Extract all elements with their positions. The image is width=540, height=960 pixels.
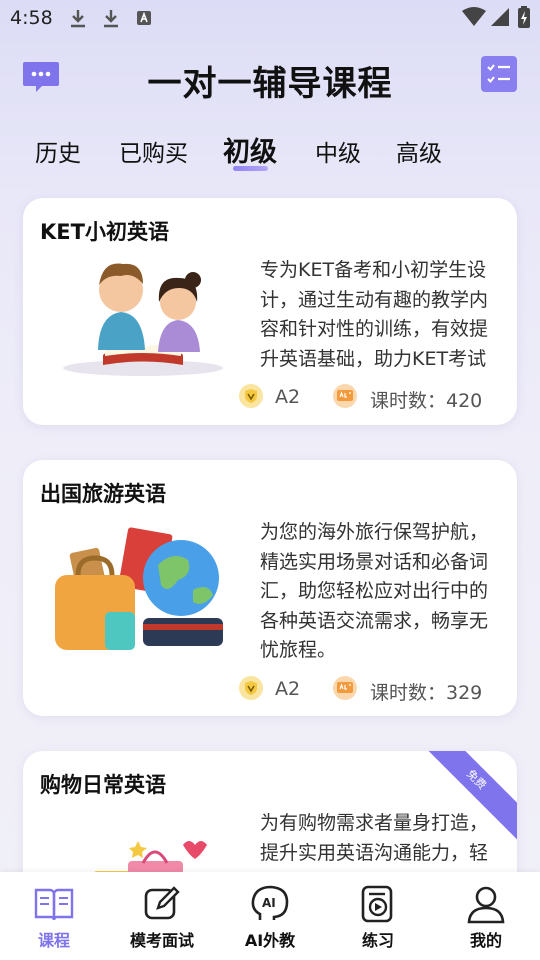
shield-level-icon xyxy=(239,384,263,408)
status-time: 4:58 xyxy=(10,7,53,29)
nav-courses[interactable]: 课程 xyxy=(0,872,108,960)
tab-beginner[interactable]: 初级 xyxy=(223,130,277,169)
course-level: A2 xyxy=(275,678,301,700)
tab-purchased[interactable]: 已购买 xyxy=(119,134,188,168)
svg-text:AI: AI xyxy=(262,896,276,910)
tab-intermediate[interactable]: 中级 xyxy=(315,134,361,168)
battery-icon xyxy=(518,6,530,28)
level-badge: A2 xyxy=(239,676,319,706)
font-app-icon xyxy=(137,11,151,25)
luggage-globe-illustration xyxy=(55,527,223,650)
lessons-count: 课时数：420 xyxy=(333,384,513,414)
lessons-text: 课时数：329 xyxy=(370,682,483,704)
course-card[interactable]: 出国旅游英语 为您的海外旅行保驾护航，精选实用场景对话和必备词汇，助您轻松应对出… xyxy=(23,460,517,716)
nav-profile[interactable]: 我的 xyxy=(432,872,540,960)
header: 一对一辅导课程 xyxy=(0,46,540,106)
status-bar: 4:58 xyxy=(0,0,540,36)
lessons-count: 课时数：329 xyxy=(333,676,513,706)
course-description: 为有购物需求者量身打造，提升实用英语沟通能力，轻 xyxy=(260,812,489,864)
signal-icon xyxy=(491,8,509,26)
ai-head-icon: AI xyxy=(251,885,289,920)
bottom-nav: 课程 模考面试 AI AI外教 练习 我的 xyxy=(0,872,540,960)
nav-label: 模考面试 xyxy=(129,931,194,950)
lessons-text: 课时数：420 xyxy=(370,390,483,412)
children-reading-illustration xyxy=(63,263,223,376)
course-title: 出国旅游英语 xyxy=(40,482,166,506)
course-description: 专为KET备考和小初学生设计，通过生动有趣的教学内容和针对性的训练，有效提升英语… xyxy=(260,259,489,370)
course-title: KET小初英语 xyxy=(40,220,169,244)
course-list-button[interactable] xyxy=(481,56,517,92)
checklist-icon xyxy=(481,56,517,92)
tab-advanced[interactable]: 高级 xyxy=(396,134,442,168)
wifi-icon xyxy=(462,7,486,26)
nav-label: 练习 xyxy=(361,931,394,950)
nav-mock-interview[interactable]: 模考面试 xyxy=(108,872,216,960)
nav-label: AI外教 xyxy=(244,931,296,950)
tab-history[interactable]: 历史 xyxy=(35,134,81,168)
download-icon xyxy=(104,10,118,28)
course-description: 为您的海外旅行保驾护航，精选实用场景对话和必备词汇，助您轻松应对出行中的各种英语… xyxy=(260,521,489,661)
course-title: 购物日常英语 xyxy=(40,773,166,797)
play-doc-icon xyxy=(361,885,393,923)
download-icon xyxy=(71,10,85,28)
level-tabs: 历史 已购买 初级 中级 高级 xyxy=(0,128,540,178)
abc-book-icon xyxy=(333,676,357,700)
nav-label: 课程 xyxy=(37,931,70,950)
page-title: 一对一辅导课程 xyxy=(147,64,393,104)
course-level: A2 xyxy=(275,386,301,408)
nav-practice[interactable]: 练习 xyxy=(324,872,432,960)
active-tab-indicator xyxy=(233,166,268,171)
course-card[interactable]: KET小初英语 专为KET备考和小初学生设计，通过生动有趣的教学内容和针对性的训… xyxy=(23,198,517,425)
person-icon xyxy=(467,886,505,924)
shield-level-icon xyxy=(239,676,263,700)
edit-icon xyxy=(144,886,180,920)
level-badge: A2 xyxy=(239,384,319,414)
book-icon xyxy=(34,888,74,921)
nav-ai-tutor[interactable]: AI AI外教 xyxy=(216,872,324,960)
abc-book-icon xyxy=(333,384,357,408)
nav-label: 我的 xyxy=(469,931,502,950)
